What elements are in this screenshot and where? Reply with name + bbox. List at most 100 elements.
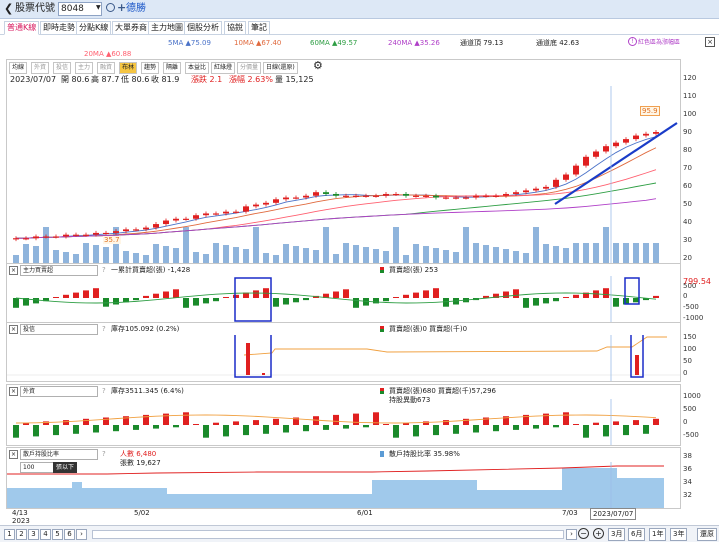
main-force-bar <box>633 298 639 303</box>
foreign-bar <box>243 425 249 436</box>
trust-select[interactable]: 投信 <box>20 324 98 335</box>
info-close: 收 81.9 <box>151 75 180 84</box>
page-3[interactable]: 3 <box>28 529 39 540</box>
ma20-legend: 20MA ▲60.88 <box>84 50 132 58</box>
volume-bar <box>293 246 299 263</box>
page-6[interactable]: 6 <box>64 529 75 540</box>
foreign-bar <box>323 425 329 430</box>
close-icon[interactable]: × <box>9 450 18 459</box>
plus-icon[interactable]: + <box>117 1 126 14</box>
toolbar-pe[interactable]: 本益比 <box>185 62 210 74</box>
page-5[interactable]: 5 <box>52 529 63 540</box>
close-icon[interactable]: × <box>9 325 18 334</box>
range-6m[interactable]: 6月 <box>628 528 646 541</box>
candle <box>383 193 389 196</box>
candle <box>243 206 249 212</box>
main-force-bar <box>203 298 209 304</box>
tab-kline[interactable]: 普通K線 <box>4 21 40 35</box>
info-high: 高 87.7 <box>91 75 120 84</box>
ma60-legend: 60MA ▲49.57 <box>310 39 358 47</box>
holders-panel[interactable]: × 散戶持股比率 ? 人數 6,480 張數 19,627 100 張以下 散戶… <box>6 447 681 509</box>
page-1[interactable]: 1 <box>4 529 15 540</box>
back-icon[interactable]: ❮ <box>4 2 13 15</box>
candle <box>153 224 159 228</box>
tab-main-force-map[interactable]: 主力地圖 <box>148 21 186 35</box>
search-icon[interactable] <box>106 3 115 12</box>
ma240-legend: 240MA ▲35.26 <box>388 39 440 47</box>
volume-bar <box>623 243 629 263</box>
candle <box>623 139 629 143</box>
foreign-panel[interactable]: × 外資 ? 庫存3511.345 (6.4%) 買賣超(張)680 買賣超(千… <box>6 384 681 446</box>
trust-svg <box>7 335 680 381</box>
period-select[interactable]: 日線(還原) <box>263 62 298 74</box>
toolbar-bollinger[interactable]: 布林 <box>119 62 138 74</box>
legend-red-green-icon <box>380 267 384 273</box>
info-icon[interactable]: ! <box>628 37 637 46</box>
red-zone-note[interactable]: 紅色區為漲幅區 <box>638 38 680 48</box>
volume-bar <box>353 245 359 263</box>
main-force-bar <box>103 298 109 307</box>
toolbar-main[interactable]: 主力 <box>75 62 94 74</box>
toolbar-foreign[interactable]: 外資 <box>31 62 50 74</box>
tab-collab[interactable]: 協銳 <box>224 21 246 35</box>
price-chart-panel[interactable]: 均線 外資 投信 主力 融資 布林 趨勢 隔離 本益比 紅綠燈 分價量 日線(還… <box>6 59 681 264</box>
volume-bar <box>503 249 509 263</box>
close-icon[interactable]: × <box>705 37 715 47</box>
x-tick: 5/02 <box>134 509 150 517</box>
help-icon[interactable]: ? <box>102 325 106 333</box>
tab-stock-analysis[interactable]: 個股分析 <box>184 21 222 35</box>
main-force-bar <box>83 290 89 298</box>
price-tick: 90 <box>683 128 692 136</box>
range-3m[interactable]: 3月 <box>608 528 626 541</box>
volume-bar <box>273 255 279 263</box>
volume-bar <box>553 246 559 263</box>
reset-button[interactable]: 還原 <box>697 528 717 541</box>
chevron-down-icon[interactable]: ▼ <box>96 4 101 12</box>
help-icon[interactable]: ? <box>102 266 106 274</box>
trust-panel[interactable]: × 投信 ? 庫存105.092 (0.2%) 買賣超(張)0 買賣超(千)0 <box>6 322 681 382</box>
foreign-bar <box>593 422 599 425</box>
close-icon[interactable]: × <box>9 266 18 275</box>
toolbar-isolate[interactable]: 隔離 <box>163 62 182 74</box>
toolbar-trust[interactable]: 投信 <box>53 62 72 74</box>
page-next-icon[interactable]: › <box>76 529 87 540</box>
scroll-track[interactable] <box>92 530 564 539</box>
range-1y[interactable]: 1年 <box>649 528 667 541</box>
page-2[interactable]: 2 <box>16 529 27 540</box>
tab-notes[interactable]: 筆記 <box>248 21 270 35</box>
main-force-panel[interactable]: × 主力買賣超 ? 一累計買賣超(張) -1,428 買賣超(張) 253 <box>6 263 681 323</box>
toolbar-price-volume[interactable]: 分價量 <box>237 62 262 74</box>
volume-bar <box>173 248 179 263</box>
holders-tick: 32 <box>683 491 692 499</box>
volume-bar <box>603 227 609 263</box>
toolbar-margin[interactable]: 融資 <box>97 62 116 74</box>
candle <box>563 174 569 180</box>
foreign-select[interactable]: 外資 <box>20 386 98 397</box>
page-4[interactable]: 4 <box>40 529 51 540</box>
help-icon[interactable]: ? <box>102 387 106 395</box>
scroll-right-icon[interactable]: › <box>566 529 577 540</box>
close-icon[interactable]: × <box>9 387 18 396</box>
holders-select[interactable]: 散戶持股比率 <box>20 449 98 460</box>
price-tick: 50 <box>683 200 692 208</box>
toolbar-ma[interactable]: 均線 <box>9 62 28 74</box>
main-force-bar <box>133 298 139 301</box>
tab-intraday[interactable]: 即時走勢 <box>40 21 78 35</box>
candle <box>413 195 419 197</box>
legend-red-green-icon <box>380 326 384 332</box>
price-tick: 20 <box>683 254 692 262</box>
main-force-select[interactable]: 主力買賣超 <box>20 265 98 276</box>
volume-bar <box>613 243 619 263</box>
zoom-in-icon[interactable]: + <box>593 528 604 539</box>
toolbar-traffic[interactable]: 紅綠燈 <box>211 62 236 74</box>
foreign-bar <box>613 421 619 425</box>
range-3y[interactable]: 3年 <box>670 528 688 541</box>
candle <box>473 195 479 198</box>
tab-large-orders[interactable]: 大單券商 <box>112 21 150 35</box>
toolbar-trend[interactable]: 趨勢 <box>141 62 160 74</box>
gear-icon[interactable]: ⚙ <box>313 60 323 72</box>
trust-axis: 150 100 50 0 <box>683 333 713 378</box>
zoom-out-icon[interactable]: − <box>578 528 589 539</box>
help-icon[interactable]: ? <box>102 450 106 458</box>
tab-broker-kline[interactable]: 分點K線 <box>76 21 112 35</box>
